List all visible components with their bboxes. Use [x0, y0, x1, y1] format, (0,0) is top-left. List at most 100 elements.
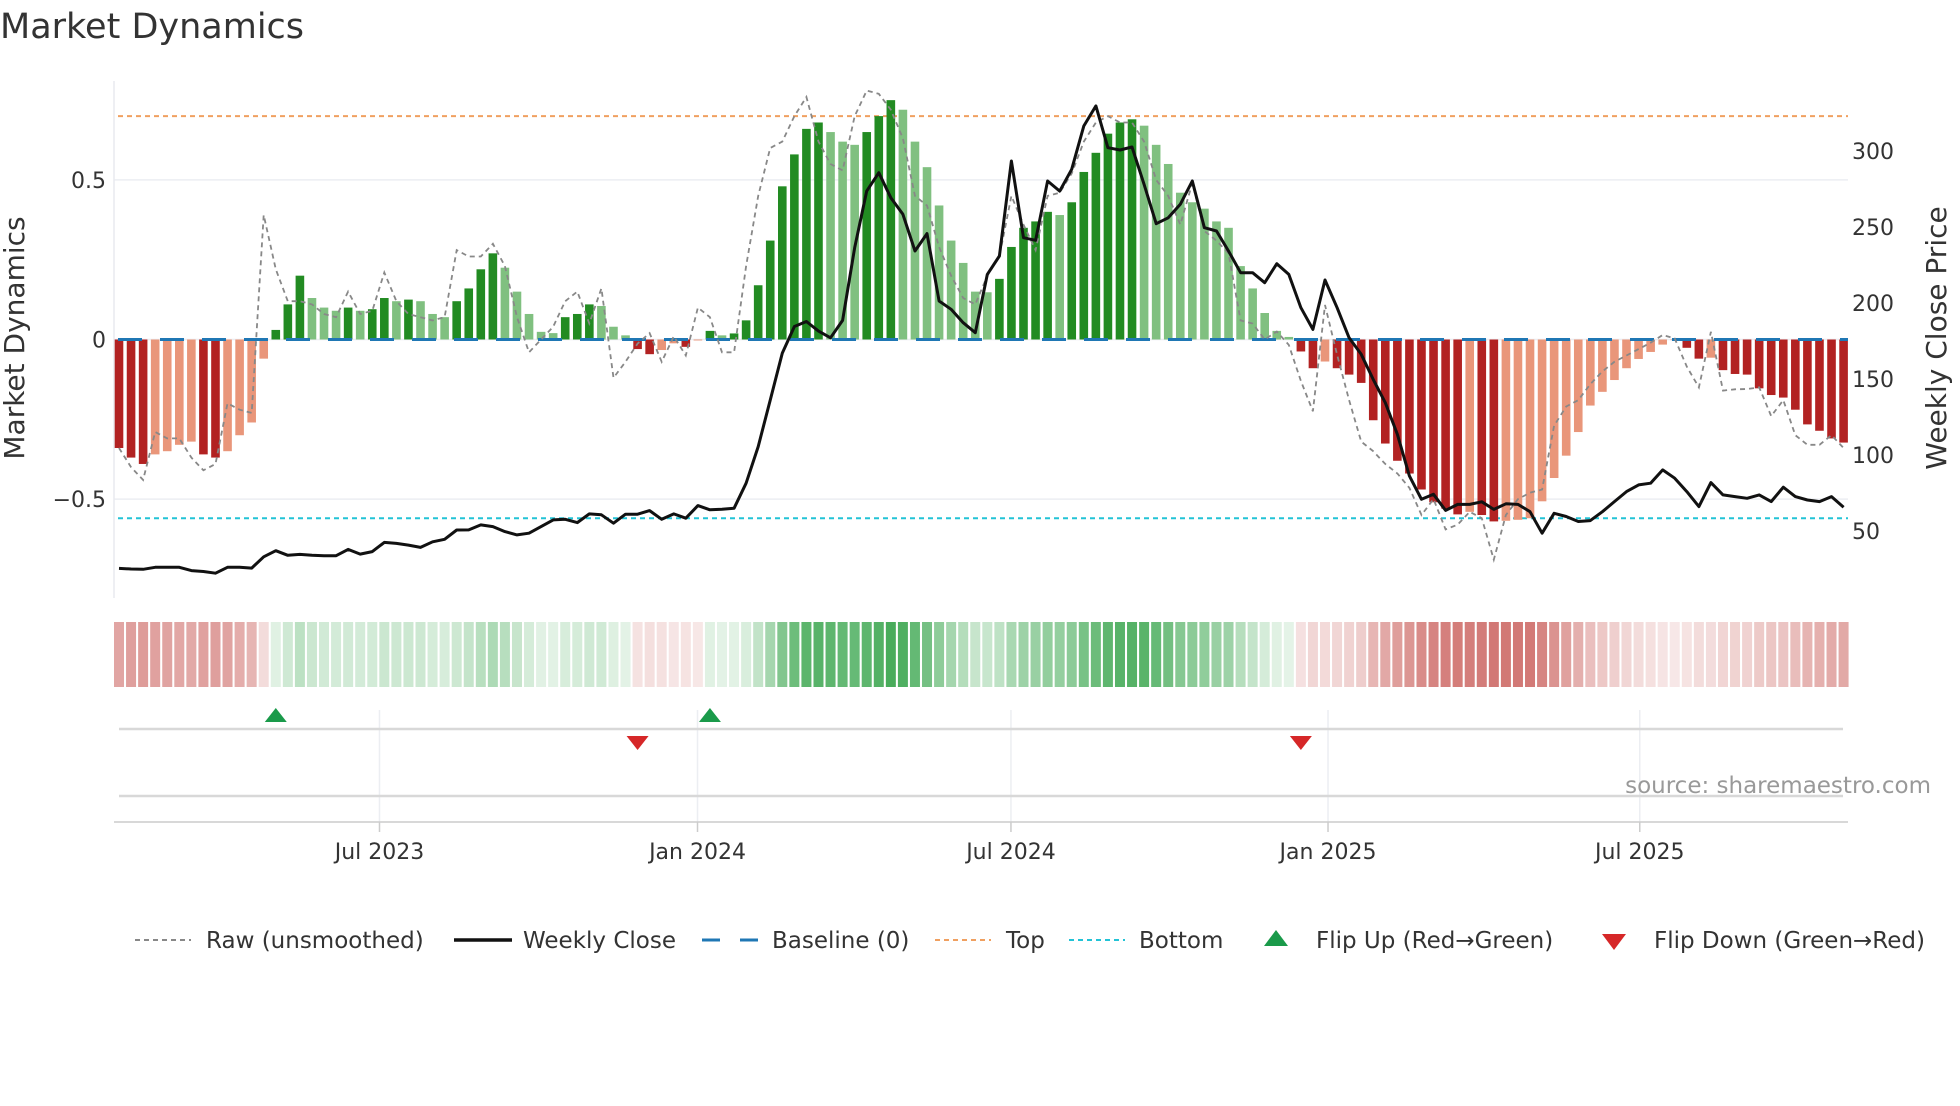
strip-cell: [861, 622, 872, 687]
strip-cell: [475, 622, 486, 687]
strip-cell: [234, 622, 245, 687]
y-tick-label: 0.5: [71, 169, 106, 194]
strip-cell: [1018, 622, 1029, 687]
strip-cell: [1175, 622, 1186, 687]
y-axis-left-ticks: 0.5 0 −0.5: [53, 169, 106, 513]
bar-positive: [524, 313, 534, 340]
flip-up-marker: [264, 708, 287, 722]
bar-negative: [1453, 339, 1462, 515]
strip-cell: [572, 622, 583, 687]
strip-cell: [270, 622, 281, 687]
bar-positive: [886, 100, 896, 340]
bar-positive: [392, 301, 401, 340]
strip-cell: [1525, 622, 1536, 687]
bar-negative: [1718, 339, 1728, 371]
strip-cell: [1669, 622, 1680, 687]
strip-cell: [765, 622, 776, 687]
strip-cell: [1730, 622, 1741, 687]
strip-cell: [1199, 622, 1210, 687]
bar-negative: [1598, 339, 1607, 392]
bar-negative: [1658, 339, 1667, 345]
bar-negative: [1573, 339, 1583, 433]
strip-cell: [439, 622, 450, 687]
strip-cell: [958, 622, 969, 687]
y-tick-label: −0.5: [53, 488, 106, 513]
strip-cell: [487, 622, 498, 687]
strip-cell: [1078, 622, 1089, 687]
strip-cell: [1090, 622, 1101, 687]
strip-cell: [1295, 622, 1306, 687]
bar-positive: [295, 275, 305, 340]
strip-cell: [1705, 622, 1716, 687]
strip-cell: [258, 622, 269, 687]
strip-cell: [970, 622, 981, 687]
legend-label: Flip Down (Green→Red): [1654, 928, 1925, 954]
strip-cell: [1320, 622, 1330, 687]
legend-label: Flip Up (Red→Green): [1316, 928, 1553, 954]
bar-positive: [934, 205, 944, 340]
strip-cell: [1271, 622, 1282, 687]
bar-positive: [1284, 336, 1294, 340]
y-right-tick-label: 100: [1852, 444, 1894, 469]
bar-positive: [741, 320, 751, 340]
bar-positive: [609, 326, 618, 340]
strip-cell: [596, 622, 607, 687]
strip-cell: [1356, 622, 1367, 687]
strip-cell: [1139, 622, 1150, 687]
bar-negative: [175, 339, 184, 445]
reference-lines: [118, 115, 1848, 520]
strip-cell: [922, 622, 933, 687]
x-axis: Jul 2023 Jan 2024 Jul 2024 Jan 2025 Jul 2025: [114, 821, 1848, 865]
bar-positive: [862, 132, 872, 340]
bar-positive: [355, 310, 365, 340]
strip-cell: [1500, 622, 1511, 687]
strip-cell: [1609, 622, 1620, 687]
strip-cell: [1814, 622, 1825, 687]
strip-cell: [403, 622, 414, 687]
bar-negative: [1754, 339, 1764, 389]
y-right-tick-label: 250: [1852, 216, 1894, 241]
strip-cell: [114, 622, 124, 687]
market-dynamics-chart: Market Dynamics 0.5 0 −0.5 300 250 200 150 100…: [0, 7, 1953, 954]
y-right-tick-label: 200: [1852, 292, 1894, 317]
bar-positive: [826, 132, 835, 340]
x-tick-label: Jan 2024: [647, 840, 746, 865]
bar-positive: [572, 313, 582, 340]
bar-negative: [657, 339, 666, 351]
bar-positive: [1151, 144, 1161, 340]
strip-cell: [246, 622, 257, 687]
strip-cell: [753, 622, 764, 687]
strip-cell: [282, 622, 293, 687]
strip-cell: [777, 622, 788, 687]
strip-cell: [1042, 622, 1053, 687]
strip-cell: [1307, 622, 1318, 687]
strip-cell: [427, 622, 438, 687]
strip-cell: [186, 622, 197, 687]
regime-strip: [114, 622, 1849, 687]
bar-negative: [138, 339, 148, 464]
bar-positive: [729, 333, 739, 340]
bar-negative: [1730, 339, 1740, 374]
bar-positive: [1248, 288, 1257, 340]
strip-cell: [1488, 622, 1499, 687]
strip-cell: [1127, 622, 1138, 687]
strip-cell: [463, 622, 474, 687]
chart-title: Market Dynamics: [0, 7, 304, 47]
strip-cell: [1066, 622, 1077, 687]
bar-negative: [1320, 339, 1330, 362]
bar-negative: [1791, 339, 1800, 410]
bar-positive: [343, 307, 353, 340]
bar-positive: [1055, 215, 1064, 340]
strip-cell: [174, 622, 185, 687]
strip-cell: [813, 622, 824, 687]
strip-cell: [741, 622, 752, 687]
bar-negative: [1489, 339, 1499, 522]
bar-positive: [512, 291, 522, 340]
strip-cell: [1030, 622, 1041, 687]
strip-cell: [1416, 622, 1427, 687]
bar-negative: [1586, 339, 1595, 406]
bar-positive: [1019, 227, 1028, 340]
y-right-tick-label: 300: [1852, 140, 1894, 165]
bar-positive: [1188, 202, 1197, 340]
bar-positive: [814, 122, 823, 340]
